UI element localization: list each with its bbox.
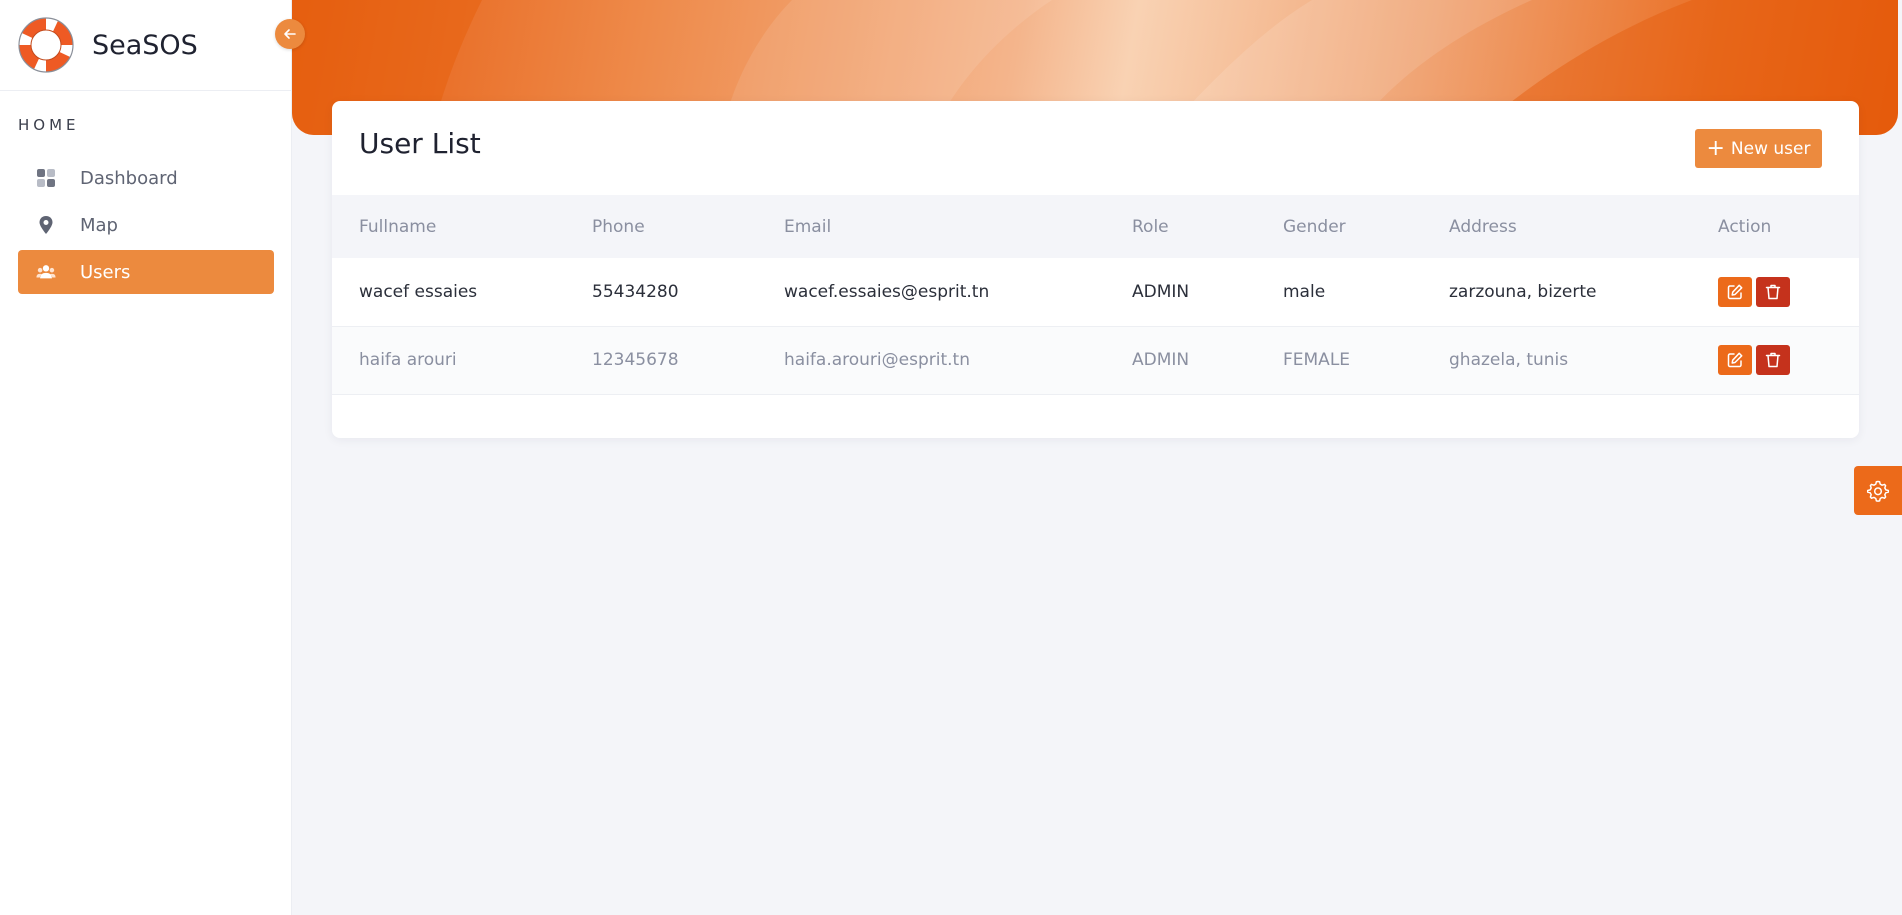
cell-address: zarzouna, bizerte: [1449, 281, 1597, 302]
column-header-address: Address: [1449, 216, 1517, 237]
users-icon: [36, 262, 56, 282]
edit-user-button[interactable]: [1718, 345, 1752, 375]
cell-address: ghazela, tunis: [1449, 350, 1569, 370]
new-user-button[interactable]: + New user: [1695, 129, 1822, 168]
users-table: Fullname Phone Email Role Gender Address…: [332, 195, 1859, 395]
brand-name: SeaSOS: [92, 29, 198, 61]
nav-section-label: HOME: [18, 116, 80, 134]
cell-phone: 55434280: [592, 281, 679, 302]
table-row: haifa arouri 12345678 haifa.arouri@espri…: [332, 326, 1859, 394]
gear-icon: [1866, 480, 1890, 502]
delete-user-button[interactable]: [1756, 345, 1790, 375]
plus-icon: +: [1706, 135, 1725, 161]
table-header-row: Fullname Phone Email Role Gender Address…: [332, 195, 1859, 258]
trash-icon: [1765, 284, 1781, 299]
column-header-email: Email: [784, 216, 832, 237]
column-header-fullname: Fullname: [359, 216, 437, 237]
column-header-gender: Gender: [1283, 216, 1346, 237]
sidebar-item-dashboard[interactable]: Dashboard: [18, 156, 274, 200]
sidebar-item-map[interactable]: Map: [18, 203, 274, 247]
column-header-phone: Phone: [592, 216, 645, 237]
sidebar-item-label: Dashboard: [80, 167, 178, 189]
edit-user-button[interactable]: [1718, 276, 1752, 307]
page-title: User List: [359, 127, 481, 160]
sidebar-item-label: Map: [80, 214, 118, 236]
settings-button[interactable]: [1854, 466, 1902, 515]
user-list-card: User List + New user Fullname Phone Emai…: [332, 101, 1859, 438]
sidebar-nav: Dashboard Map Users: [18, 156, 274, 297]
cell-fullname: haifa arouri: [359, 350, 457, 370]
cell-phone: 12345678: [592, 350, 679, 370]
new-user-label: New user: [1730, 138, 1811, 159]
column-header-action: Action: [1718, 216, 1772, 237]
lifebuoy-logo: [18, 17, 74, 73]
sidebar-item-label: Users: [80, 261, 131, 283]
cell-gender: male: [1283, 281, 1326, 302]
cell-gender: FEMALE: [1283, 350, 1351, 370]
cell-actions: [1718, 326, 1859, 394]
cell-email: wacef.essaies@esprit.tn: [784, 281, 990, 302]
table-row: wacef essaies 55434280 wacef.essaies@esp…: [332, 258, 1859, 326]
cell-actions: [1718, 258, 1859, 326]
edit-icon: [1727, 284, 1743, 299]
brand[interactable]: SeaSOS: [0, 0, 291, 91]
cell-email: haifa.arouri@esprit.tn: [784, 350, 970, 370]
delete-user-button[interactable]: [1756, 276, 1790, 307]
sidebar-item-users[interactable]: Users: [18, 250, 274, 294]
cell-role: ADMIN: [1132, 350, 1190, 370]
edit-icon: [1727, 352, 1743, 368]
collapse-sidebar-button[interactable]: [275, 19, 305, 49]
map-pin-icon: [36, 215, 56, 235]
trash-icon: [1765, 352, 1781, 368]
cell-role: ADMIN: [1132, 281, 1190, 302]
sidebar: SeaSOS HOME Dashboard Map Users: [0, 0, 292, 915]
arrow-left-icon: [284, 29, 296, 39]
column-header-role: Role: [1132, 216, 1169, 237]
grid-icon: [36, 168, 56, 188]
cell-fullname: wacef essaies: [359, 281, 478, 302]
